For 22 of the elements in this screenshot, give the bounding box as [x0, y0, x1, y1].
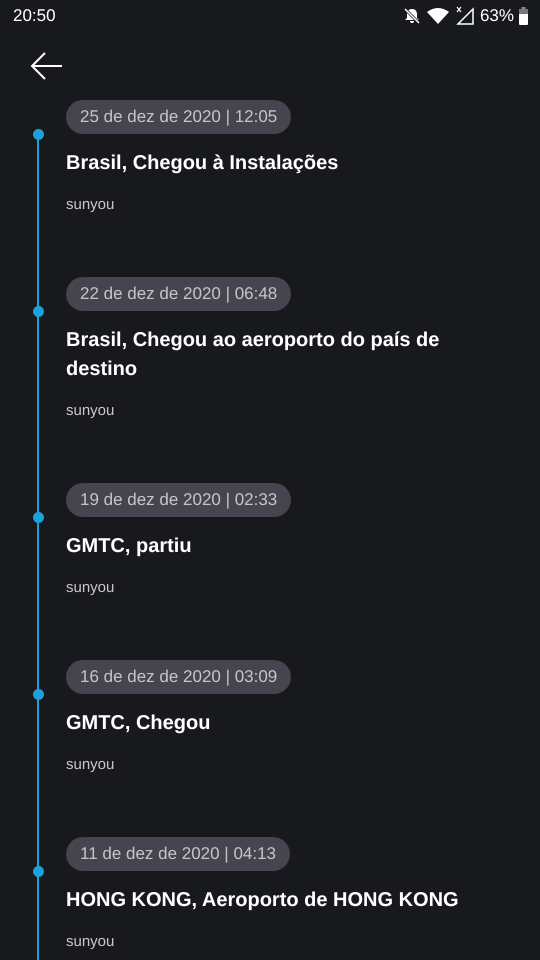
- battery-icon: [519, 7, 528, 25]
- event-title: GMTC, Chegou: [66, 711, 210, 736]
- event-title: HONG KONG, Aeroporto de HONG KONG: [66, 888, 459, 913]
- event-source: sunyou: [66, 932, 114, 952]
- event-source: sunyou: [66, 195, 114, 215]
- date-chip: 11 de dez de 2020 | 04:13: [66, 837, 290, 871]
- date-chip: 19 de dez de 2020 | 02:33: [66, 483, 292, 517]
- event-title: Brasil, Chegou à Instalações: [66, 151, 338, 176]
- date-chip: 22 de dez de 2020 | 06:48: [66, 277, 292, 311]
- event-title: Brasil, Chegou ao aeroporto do país de destino: [66, 328, 440, 382]
- signal-icon: [454, 6, 475, 26]
- wifi-icon: [426, 7, 450, 25]
- event-title: GMTC, partiu: [66, 534, 192, 559]
- muted-bell-icon: [402, 7, 421, 25]
- event-source: sunyou: [66, 401, 114, 421]
- back-arrow-icon[interactable]: [29, 51, 63, 81]
- status-time: 20:50: [13, 6, 56, 26]
- event-source: sunyou: [66, 755, 114, 775]
- date-chip: 25 de dez de 2020 | 12:05: [66, 100, 292, 134]
- event-source: sunyou: [66, 578, 114, 598]
- battery-level: 63%: [480, 6, 514, 26]
- date-chip: 16 de dez de 2020 | 03:09: [66, 660, 292, 694]
